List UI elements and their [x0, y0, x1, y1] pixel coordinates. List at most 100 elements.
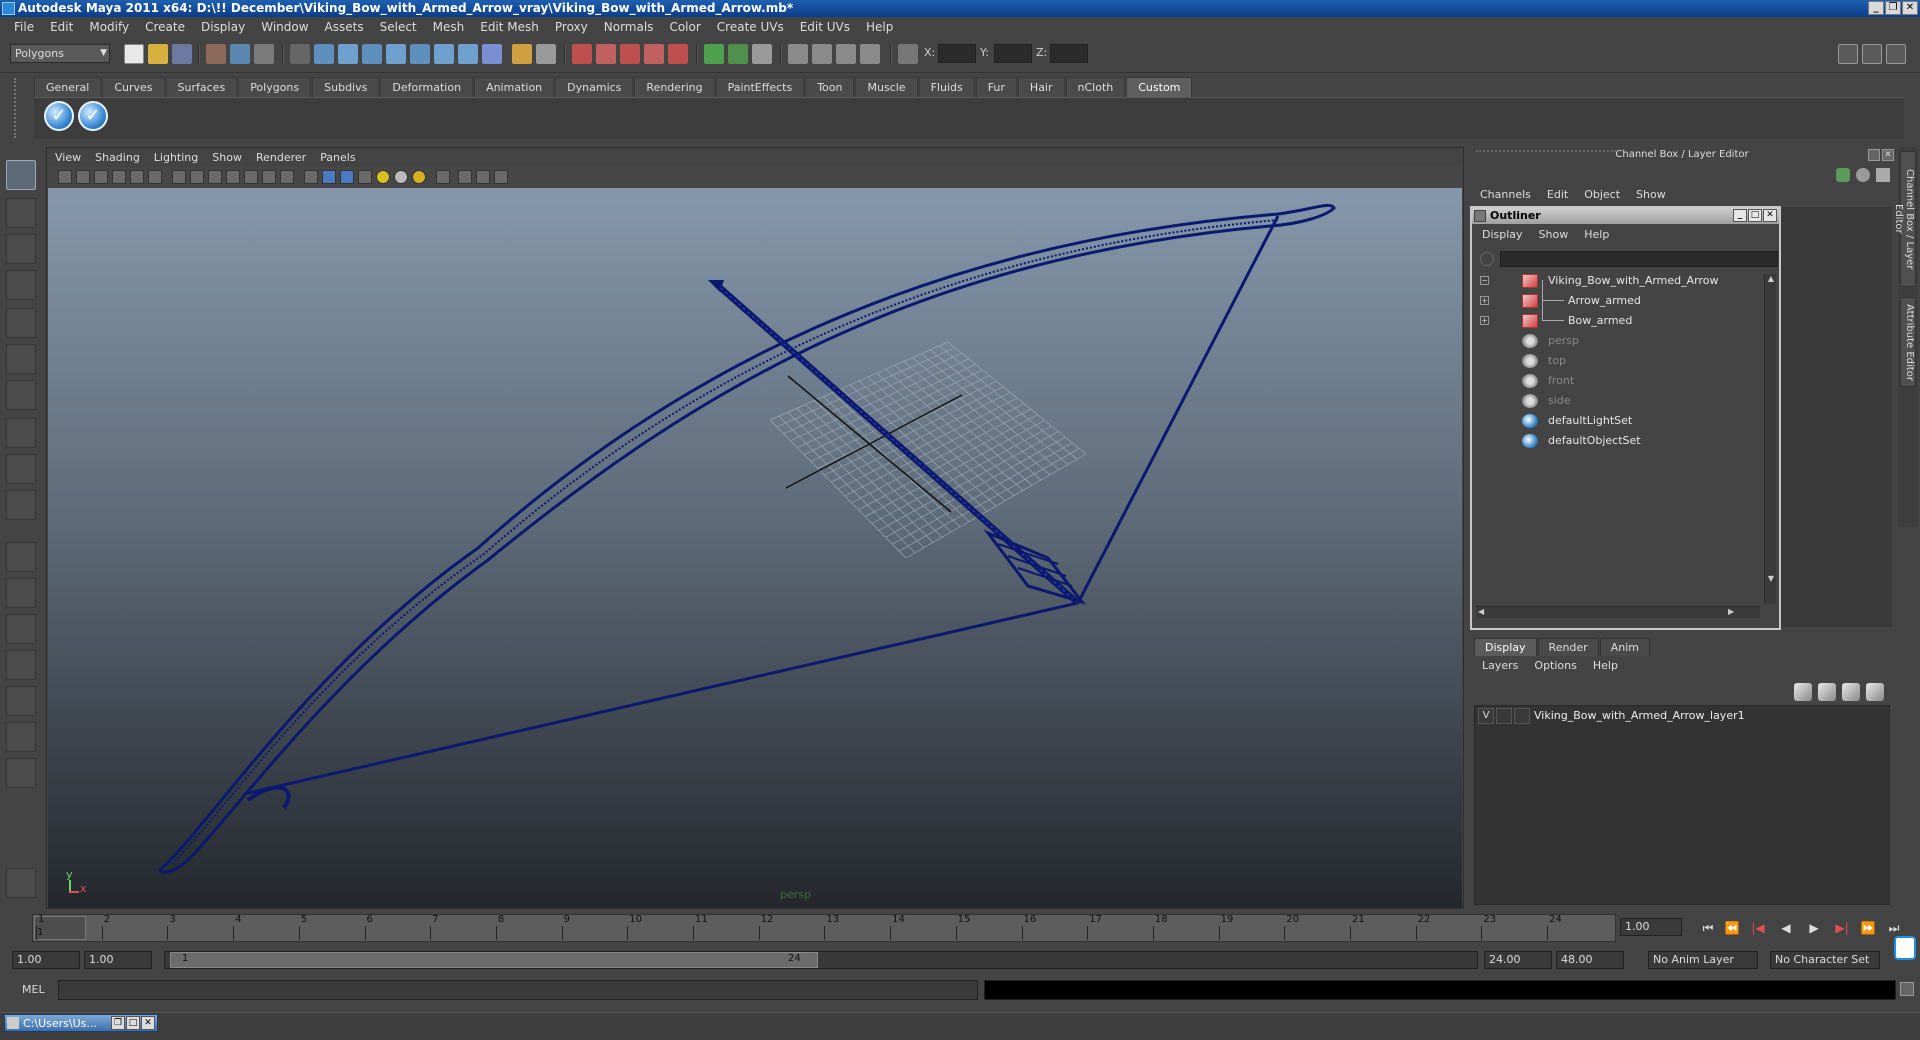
output-ops-icon[interactable]: [728, 44, 748, 64]
render-settings-icon[interactable]: [836, 44, 856, 64]
safe-title-icon[interactable]: [280, 170, 294, 184]
shadows-icon[interactable]: [394, 170, 408, 184]
select-camera-icon[interactable]: [58, 170, 72, 184]
cb-menu-show[interactable]: Show: [1628, 188, 1674, 206]
layer-playback-toggle[interactable]: [1496, 708, 1512, 724]
layer-color-swatch[interactable]: [1514, 708, 1530, 724]
character-set-dropdown[interactable]: No Character Set: [1770, 951, 1880, 969]
auto-key-icon[interactable]: [1894, 936, 1916, 960]
select-tool-icon[interactable]: [6, 160, 36, 190]
snap-point-icon[interactable]: [620, 44, 640, 64]
layout-single-perspective-icon[interactable]: [6, 542, 36, 572]
menu-modify[interactable]: Modify: [81, 20, 137, 34]
lock-icon[interactable]: [512, 44, 532, 64]
menu-edit-mesh[interactable]: Edit Mesh: [472, 20, 547, 34]
outliner-maximize-button[interactable]: □: [1748, 209, 1762, 222]
close-button[interactable]: ✕: [1902, 1, 1918, 15]
toggle-tool-settings-icon[interactable]: [1862, 44, 1882, 64]
task-maximize-button[interactable]: □: [126, 1016, 140, 1030]
layout-persp-graph-icon[interactable]: [6, 650, 36, 680]
snap-curve-icon[interactable]: [596, 44, 616, 64]
close-panel-icon[interactable]: ✕: [1882, 149, 1894, 161]
open-scene-icon[interactable]: [148, 44, 168, 64]
hypershade-icon[interactable]: [860, 44, 880, 64]
mel-input[interactable]: [58, 980, 978, 1000]
play-backward-icon[interactable]: ◀: [1778, 920, 1794, 936]
outliner-filter-input[interactable]: [1500, 251, 1778, 267]
layout-persp-outliner-icon[interactable]: [6, 614, 36, 644]
animation-start-field[interactable]: 1.00: [12, 951, 80, 969]
menu-help[interactable]: Help: [858, 20, 901, 34]
select-hierarchy-icon[interactable]: [206, 44, 226, 64]
menu-window[interactable]: Window: [253, 20, 316, 34]
outliner-item[interactable]: defaultObjectSet: [1474, 432, 1754, 450]
outliner-title-bar[interactable]: Outliner _ □ ✕: [1472, 208, 1779, 224]
shelf-tab-general[interactable]: General: [34, 77, 102, 97]
shelf-tab-curves[interactable]: Curves: [102, 77, 165, 97]
x-input[interactable]: [938, 44, 976, 63]
outliner-item[interactable]: defaultLightSet: [1474, 412, 1754, 430]
menu-edit-uvs[interactable]: Edit UVs: [792, 20, 858, 34]
vp-menu-shading[interactable]: Shading: [88, 151, 147, 164]
soft-mod-tool-icon[interactable]: [6, 418, 36, 448]
outliner-menu-help[interactable]: Help: [1576, 228, 1617, 245]
task-close-button[interactable]: ✕: [141, 1016, 155, 1030]
outliner-item[interactable]: persp: [1474, 332, 1754, 350]
shelf-tab-dynamics[interactable]: Dynamics: [555, 77, 634, 97]
outliner-item[interactable]: front: [1474, 372, 1754, 390]
layer-row[interactable]: V Viking_Bow_with_Armed_Arrow_layer1: [1478, 707, 1878, 725]
toggle-attribute-editor-icon[interactable]: [1838, 44, 1858, 64]
outliner-minimize-button[interactable]: _: [1733, 209, 1747, 222]
rotate-tool-icon[interactable]: [6, 308, 36, 338]
play-forward-icon[interactable]: ▶: [1806, 920, 1822, 936]
lasso-tool-icon[interactable]: [6, 198, 36, 228]
textured-icon[interactable]: [358, 170, 372, 184]
cb-menu-edit[interactable]: Edit: [1539, 188, 1576, 206]
layer-visibility-toggle[interactable]: V: [1478, 708, 1494, 724]
playback-end-field[interactable]: 24.00: [1484, 951, 1552, 969]
save-scene-icon[interactable]: [172, 44, 192, 64]
shelf-grip-icon[interactable]: [14, 78, 26, 138]
menu-create-uvs[interactable]: Create UVs: [709, 20, 792, 34]
select-handle-icon[interactable]: [314, 44, 334, 64]
step-back-frame-icon[interactable]: |◀: [1750, 920, 1766, 936]
outliner-filter-icon[interactable]: [1480, 252, 1494, 266]
task-restore-button[interactable]: ❐: [111, 1016, 125, 1030]
outliner-item[interactable]: + Arrow_armed: [1474, 280, 1754, 320]
vp-menu-renderer[interactable]: Renderer: [249, 151, 313, 164]
vtab-channel-box[interactable]: Channel Box / Layer Editor: [1893, 151, 1916, 287]
vtab-attribute-editor[interactable]: Attribute Editor: [1900, 297, 1916, 387]
select-dynamic-icon[interactable]: [434, 44, 454, 64]
layout-hypershade-icon[interactable]: [6, 686, 36, 716]
select-component-icon[interactable]: [254, 44, 274, 64]
outliner-vertical-scrollbar[interactable]: ▲ ▼: [1764, 274, 1776, 604]
snap-grid-icon[interactable]: [572, 44, 592, 64]
camera-attributes-icon[interactable]: [76, 170, 90, 184]
film-gate-icon[interactable]: [190, 170, 204, 184]
new-scene-icon[interactable]: [124, 44, 144, 64]
wireframe-icon[interactable]: [304, 170, 318, 184]
two-d-pan-zoom-icon[interactable]: [130, 170, 144, 184]
shelf-tab-animation[interactable]: Animation: [474, 77, 555, 97]
layout-four-view-icon[interactable]: [6, 578, 36, 608]
scroll-up-icon[interactable]: ▲: [1766, 274, 1776, 284]
shelf-tab-custom[interactable]: Custom: [1126, 77, 1193, 97]
scroll-down-icon[interactable]: ▼: [1766, 574, 1776, 584]
smooth-shade-icon[interactable]: [322, 170, 336, 184]
channel-lock-icon[interactable]: [1856, 168, 1870, 182]
expand-icon[interactable]: +: [1480, 316, 1489, 325]
shelf-tab-painteffects[interactable]: PaintEffects: [715, 77, 805, 97]
resolution-gate-icon[interactable]: [208, 170, 222, 184]
shelf-tab-muscle[interactable]: Muscle: [855, 77, 918, 97]
shelf-tab-ncloth[interactable]: nCloth: [1065, 77, 1126, 97]
universal-manipulator-icon[interactable]: [6, 380, 36, 410]
show-manipulator-icon[interactable]: [6, 454, 36, 484]
channel-mute-icon[interactable]: [1876, 168, 1890, 182]
menu-proxy[interactable]: Proxy: [547, 20, 596, 34]
select-curve-icon[interactable]: [362, 44, 382, 64]
step-forward-key-icon[interactable]: ⏩: [1860, 920, 1876, 936]
snap-view-plane-icon[interactable]: [644, 44, 664, 64]
mel-label[interactable]: MEL: [22, 983, 45, 996]
outliner-item[interactable]: + Bow_armed: [1474, 312, 1754, 330]
select-surface-icon[interactable]: [386, 44, 406, 64]
